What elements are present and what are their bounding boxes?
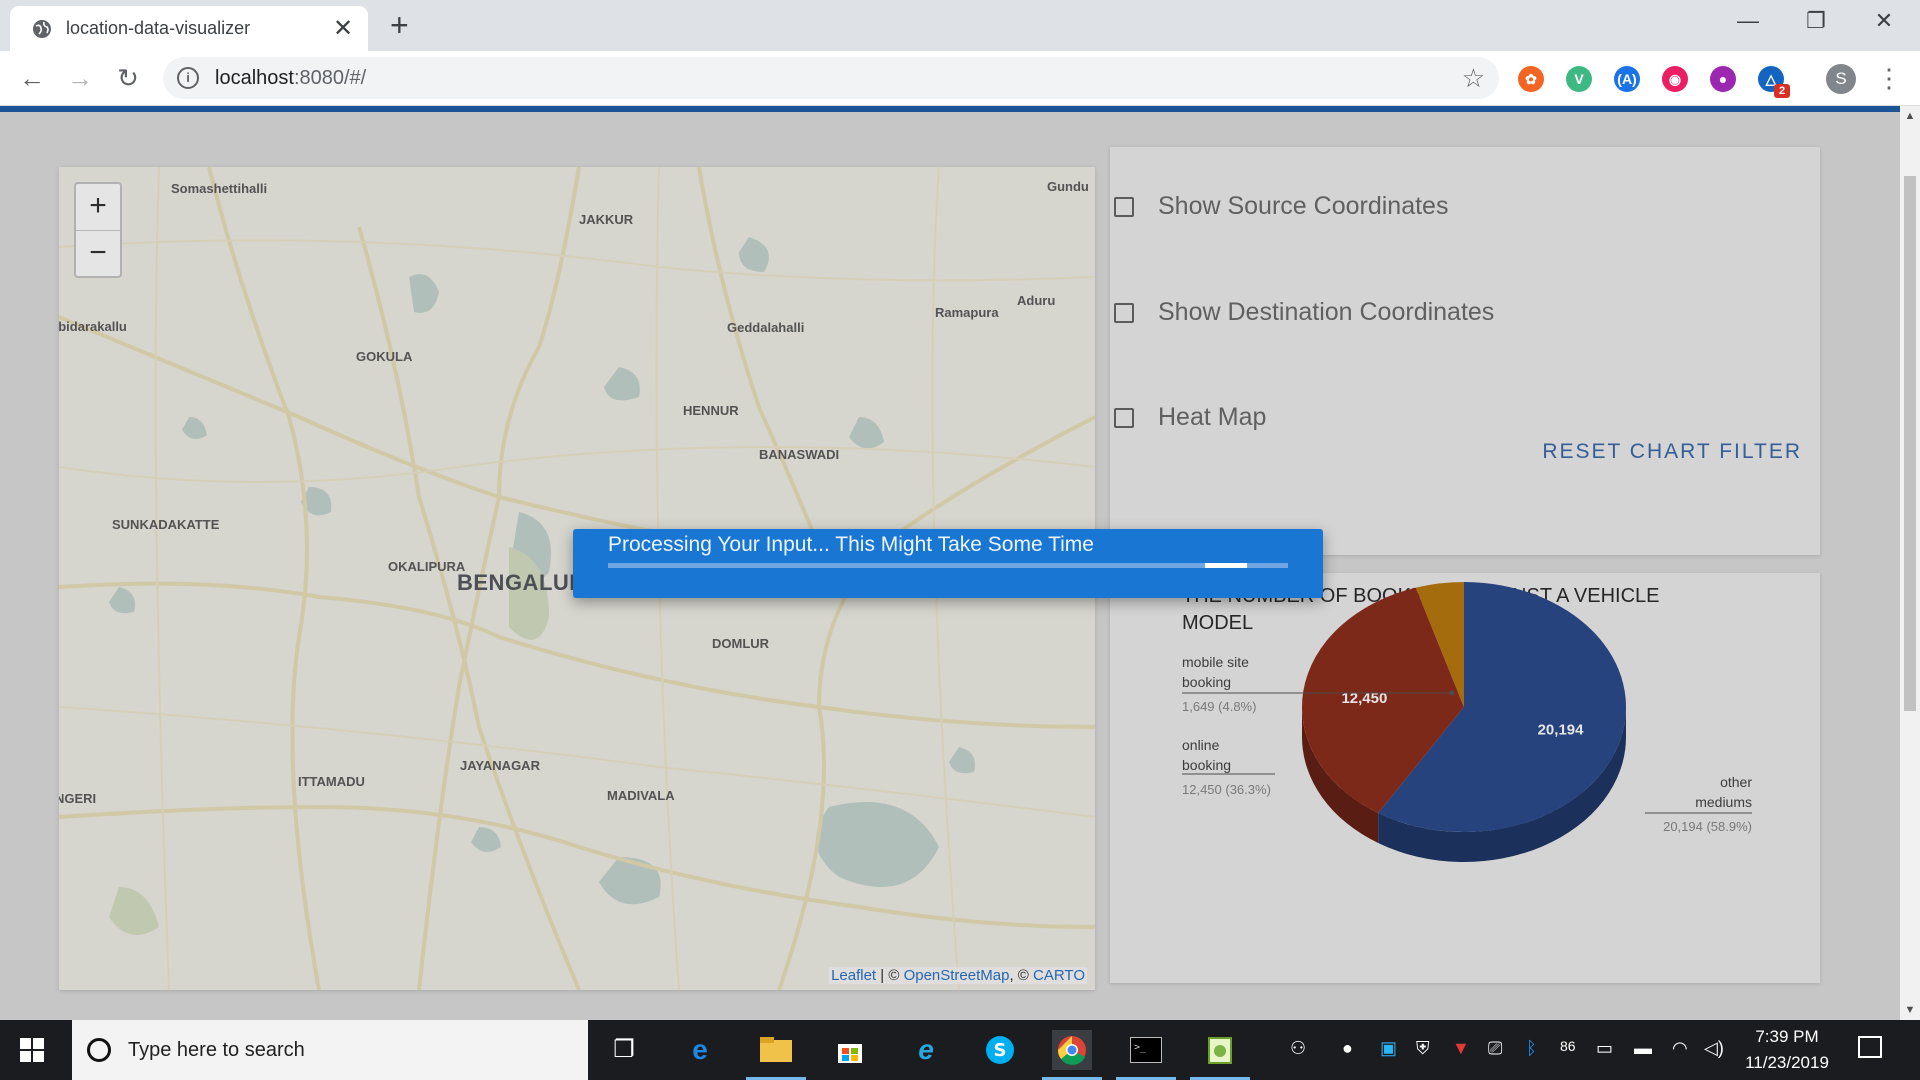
skype-logo-icon: S [986,1036,1014,1064]
chrome-menu-icon[interactable]: ⋮ [1876,61,1902,95]
taskbar-search-box[interactable]: Type here to search [72,1020,588,1080]
globe-icon [33,19,51,38]
scroll-up-icon[interactable]: ▲ [1900,110,1920,122]
new-tab-button[interactable]: + [390,9,409,41]
windows-taskbar: Type here to search ❐ e e S >_ ⚇ ● ▣ ⛨ ▼… [0,1020,1920,1080]
folder-icon [760,1037,792,1062]
system-clock[interactable]: 7:39 PM 11/23/2019 [1732,1024,1842,1076]
processing-message: Processing Your Input... This Might Take… [608,533,1094,556]
terminal-icon[interactable]: >_ [1116,1030,1176,1080]
shopping-bag-icon [838,1044,862,1063]
svg-text:>_: >_ [1134,1042,1147,1053]
device-icon[interactable]: ▭ [1596,1038,1613,1059]
url-host: localhost [215,66,294,89]
browser-tab[interactable]: location-data-visualizer ✕ [10,6,368,51]
chrome-tray-icon[interactable]: ● [1342,1038,1353,1059]
clock-date: 11/23/2019 [1745,1053,1829,1072]
action-center-icon[interactable] [1858,1036,1882,1058]
people-icon[interactable]: ⚇ [1290,1038,1306,1059]
windows-start-icon[interactable] [20,1038,44,1062]
url-path: :8080/#/ [293,66,367,89]
processing-dialog: Processing Your Input... This Might Take… [573,529,1323,598]
chrome-logo-icon [1057,1036,1086,1065]
network-drive-icon[interactable]: ⎚ [1488,1038,1502,1059]
edge-icon[interactable]: e [680,1030,720,1070]
wifi-icon[interactable]: ◠ [1672,1038,1688,1059]
close-tab-icon[interactable]: ✕ [330,14,356,43]
extension-badge-count: 2 [1774,84,1790,98]
tray-app-icon[interactable]: ▣ [1380,1038,1397,1059]
security-shield-icon[interactable]: ⛨ [1416,1038,1430,1059]
tab-title: location-data-visualizer [66,18,251,38]
angular-extension-icon[interactable]: (A) [1614,66,1640,92]
store-icon[interactable] [830,1030,870,1070]
scroll-down-icon[interactable]: ▼ [1900,1004,1920,1016]
search-placeholder: Type here to search [128,1038,305,1061]
browser-tab-strip: location-data-visualizer ✕ + — ❐ ✕ [0,0,1920,51]
chrome-icon[interactable] [1042,1030,1102,1080]
url-text[interactable]: localhost:8080/#/ [215,67,1462,90]
volume-icon[interactable]: ◁) [1704,1038,1724,1059]
forward-button[interactable]: → [62,61,98,95]
restore-icon[interactable]: ❐ [1786,8,1846,34]
svg-text:S: S [994,1040,1007,1061]
vue-devtools-icon[interactable]: V [1566,66,1592,92]
back-button[interactable]: ← [14,61,50,95]
address-bar[interactable]: i localhost:8080/#/ ☆ [163,57,1499,99]
cmd-icon: >_ [1129,1036,1163,1064]
browser-toolbar: ← → ↻ i localhost:8080/#/ ☆ ✿ V (A) ◉ ● △ 2 S … [0,51,1920,106]
notepad-plus-icon[interactable] [1190,1030,1250,1080]
extension-orange-icon[interactable]: ✿ [1518,66,1544,92]
close-window-icon[interactable]: ✕ [1854,8,1914,34]
extension-badge-icon[interactable]: △ 2 [1758,66,1790,98]
extension-multicolor-icon[interactable]: ● [1710,66,1736,92]
mcafee-icon[interactable]: ▼ [1452,1038,1470,1059]
reload-button[interactable]: ↻ [110,61,146,95]
battery-icon[interactable]: ▬ [1634,1038,1652,1059]
page-scrollbar[interactable]: ▲ ▼ [1900,106,1920,1020]
bookmark-star-icon[interactable]: ☆ [1462,63,1485,94]
task-view-icon[interactable]: ❐ [604,1030,644,1070]
cortana-icon [87,1038,111,1062]
bluetooth-icon[interactable]: ᛒ [1526,1038,1537,1059]
scrollbar-thumb[interactable] [1904,176,1916,711]
clock-time: 7:39 PM [1755,1027,1819,1046]
tray-text-icon[interactable]: 86 [1560,1038,1576,1054]
site-info-icon[interactable]: i [177,67,199,89]
notepad-logo-icon [1208,1037,1232,1064]
extension-pink-icon[interactable]: ◉ [1662,66,1688,92]
internet-explorer-icon[interactable]: e [906,1030,946,1070]
minimize-icon[interactable]: — [1718,8,1778,34]
profile-avatar[interactable]: S [1826,64,1856,94]
progress-bar-fill [1205,563,1247,568]
progress-bar [608,563,1288,568]
file-explorer-icon[interactable] [746,1030,806,1080]
skype-icon[interactable]: S [980,1030,1020,1070]
